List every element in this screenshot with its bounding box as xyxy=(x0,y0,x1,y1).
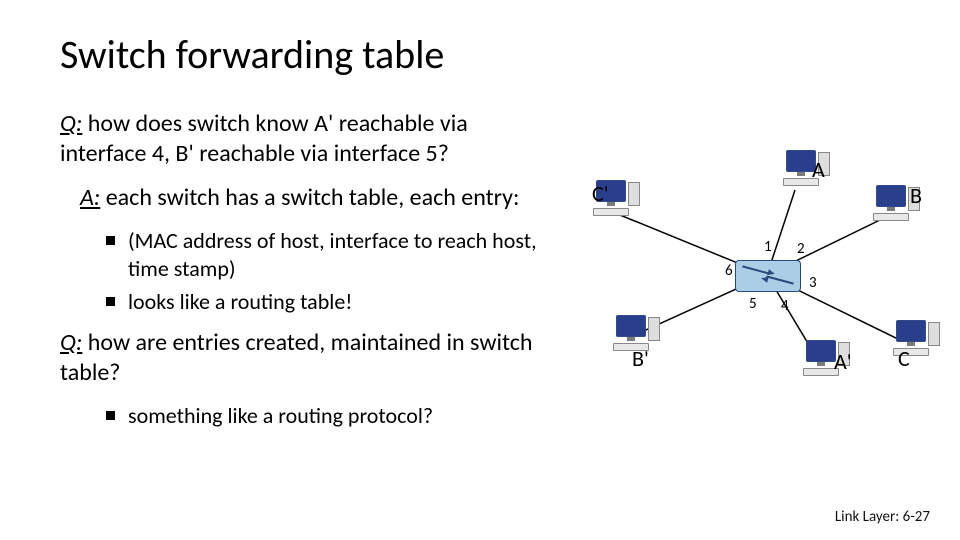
label-c: C xyxy=(898,345,910,372)
q1-text: how does switch know A' reachable via in… xyxy=(60,109,468,168)
bullet-item: (MAC address of host, interface to reach… xyxy=(106,227,540,282)
bullet-item: something like a routing protocol? xyxy=(106,402,540,430)
label-c-prime: C' xyxy=(592,180,609,207)
label-a: A xyxy=(812,156,825,183)
port-5: 5 xyxy=(749,295,757,313)
question-1: Q: how does switch know A' reachable via… xyxy=(60,109,540,169)
question-2-bullets: something like a routing protocol? xyxy=(106,402,540,430)
body-text: Q: how does switch know A' reachable via… xyxy=(60,109,540,441)
question-2: Q: how are entries created, maintained i… xyxy=(60,328,540,388)
port-4: 4 xyxy=(781,297,789,315)
page-title: Switch forwarding table xyxy=(60,30,900,79)
label-b-prime: B' xyxy=(632,345,649,372)
q2-label: Q: xyxy=(60,328,82,357)
a1-label: A: xyxy=(80,183,100,212)
q1-label: Q: xyxy=(60,109,82,138)
a1-text: each switch has a switch table, each ent… xyxy=(100,183,519,212)
port-6: 6 xyxy=(725,262,733,280)
label-b: B xyxy=(910,182,922,209)
label-a-prime: A' xyxy=(834,348,852,375)
port-1: 1 xyxy=(764,238,772,256)
bullet-item: looks like a routing table! xyxy=(106,288,540,316)
switch-icon xyxy=(735,260,801,292)
network-diagram: A B C A' B' C' 1 2 3 4 5 6 xyxy=(560,150,940,410)
port-2: 2 xyxy=(797,240,805,258)
host-c xyxy=(890,320,932,362)
host-b xyxy=(870,185,912,227)
q2-text: how are entries created, maintained in s… xyxy=(60,328,533,387)
answer-1: A: each switch has a switch table, each … xyxy=(80,183,540,213)
slide-footer: Link Layer: 6-27 xyxy=(835,508,930,526)
port-3: 3 xyxy=(809,274,817,292)
answer-1-bullets: (MAC address of host, interface to reach… xyxy=(106,227,540,316)
